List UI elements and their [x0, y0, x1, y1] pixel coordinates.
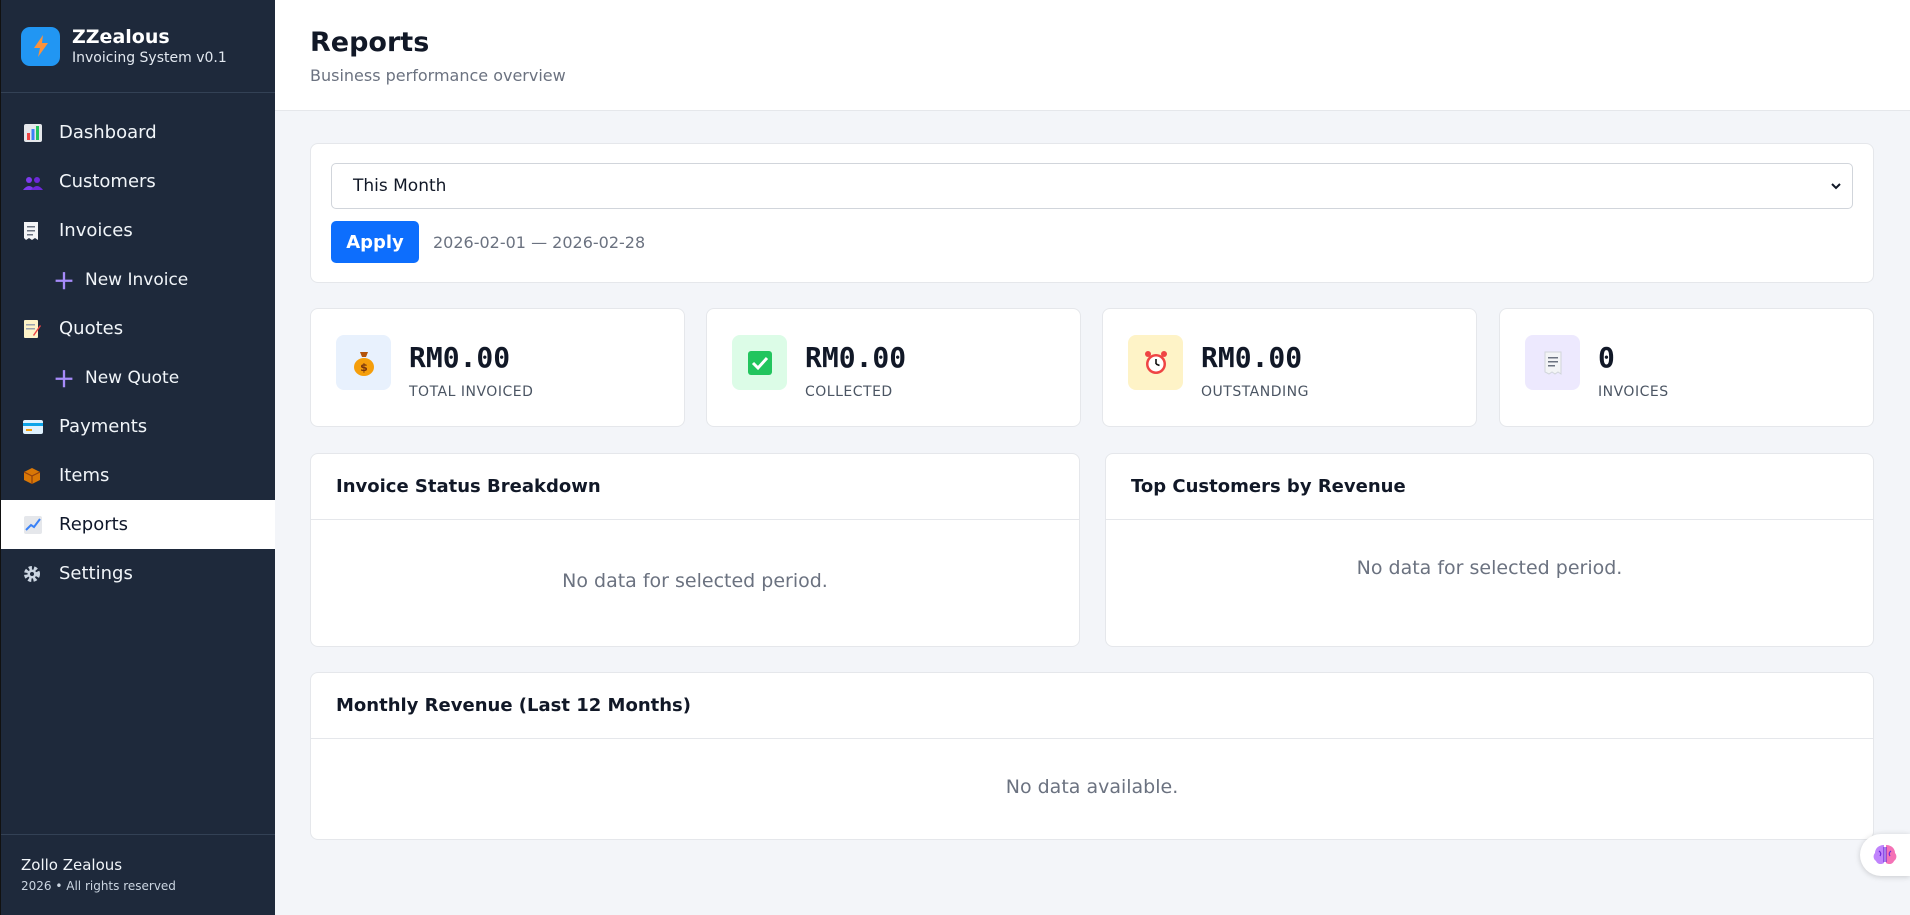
apply-button[interactable]: Apply: [331, 221, 419, 263]
sidebar-item-label: New Quote: [85, 367, 180, 388]
assistant-button[interactable]: [1860, 834, 1910, 876]
alarm-clock-icon: [1128, 335, 1183, 390]
sidebar-item-label: Quotes: [59, 318, 124, 339]
sidebar-item-label: New Invoice: [85, 269, 189, 290]
app-version: Invoicing System v0.1: [72, 49, 227, 66]
sidebar-item-reports[interactable]: Reports: [1, 500, 275, 549]
svg-text:$: $: [360, 361, 368, 374]
sidebar-item-label: Reports: [59, 514, 129, 535]
sidebar-item-label: Settings: [59, 563, 133, 584]
page-header: Reports Business performance overview: [275, 0, 1910, 111]
stat-card-outstanding: RM0.00 OUTSTANDING: [1102, 308, 1477, 427]
brain-icon: [1873, 845, 1897, 865]
app-name: ZZealous: [72, 25, 170, 48]
brand[interactable]: ZZealous Invoicing System v0.1: [1, 0, 275, 93]
sidebar-item-label: Dashboard: [59, 122, 157, 143]
stat-label: OUTSTANDING: [1201, 384, 1309, 400]
filter-card: This Month Apply 2026-02-01 — 2026-02-28: [310, 143, 1874, 283]
panel-title: Invoice Status Breakdown: [311, 454, 1079, 520]
stat-card-total-invoiced: $ RM0.00 TOTAL INVOICED: [310, 308, 685, 427]
empty-state-text: No data for selected period.: [1356, 557, 1623, 579]
users-icon: [23, 174, 47, 190]
top-customers-panel: Top Customers by Revenue No data for sel…: [1105, 453, 1874, 647]
date-range: 2026-02-01 — 2026-02-28: [433, 233, 646, 252]
page-subtitle: Business performance overview: [310, 66, 566, 85]
lightning-logo-icon: [21, 26, 60, 66]
empty-state-text: No data available.: [1005, 776, 1179, 798]
sidebar-item-label: Payments: [59, 416, 148, 437]
sidebar-item-new-quote[interactable]: ＋ New Quote: [1, 353, 275, 402]
sidebar: ZZealous Invoicing System v0.1 Dashboard…: [0, 0, 275, 915]
monthly-revenue-panel: Monthly Revenue (Last 12 Months) No data…: [310, 672, 1874, 840]
sidebar-item-settings[interactable]: Settings: [1, 549, 275, 598]
main-content: Reports Business performance overview Th…: [275, 0, 1910, 915]
period-select-value: This Month: [353, 176, 447, 196]
bar-chart-icon: [23, 123, 47, 143]
money-bag-icon: $: [336, 335, 391, 390]
stat-card-collected: RM0.00 COLLECTED: [706, 308, 1081, 427]
panel-title: Monthly Revenue (Last 12 Months): [311, 673, 1873, 739]
period-select[interactable]: This Month: [331, 163, 1853, 209]
stat-label: INVOICES: [1598, 384, 1669, 400]
page-title: Reports: [310, 27, 430, 58]
sidebar-item-dashboard[interactable]: Dashboard: [1, 108, 275, 157]
sidebar-item-label: Invoices: [59, 220, 133, 241]
sidebar-item-quotes[interactable]: Quotes: [1, 304, 275, 353]
sidebar-nav: Dashboard Customers Invoices ＋ New Invoi…: [1, 108, 275, 598]
sidebar-item-payments[interactable]: Payments: [1, 402, 275, 451]
stat-label: COLLECTED: [805, 384, 893, 400]
panel-title: Top Customers by Revenue: [1106, 454, 1873, 520]
plus-icon: ＋: [53, 367, 76, 393]
stat-label: TOTAL INVOICED: [409, 384, 534, 400]
receipt-icon: [1525, 335, 1580, 390]
stat-value: RM0.00: [409, 341, 511, 374]
stat-card-invoices: 0 INVOICES: [1499, 308, 1874, 427]
sidebar-footer: Zollo Zealous 2026 • All rights reserved: [1, 834, 275, 915]
package-icon: [23, 467, 47, 485]
status-breakdown-panel: Invoice Status Breakdown No data for sel…: [310, 453, 1080, 647]
chevron-down-icon: [1831, 183, 1841, 190]
credit-card-icon: [23, 419, 47, 434]
footer-copyright: 2026 • All rights reserved: [21, 879, 176, 893]
memo-icon: [23, 319, 47, 339]
sidebar-item-new-invoice[interactable]: ＋ New Invoice: [1, 255, 275, 304]
sidebar-item-label: Customers: [59, 171, 156, 192]
sidebar-item-invoices[interactable]: Invoices: [1, 206, 275, 255]
sidebar-item-customers[interactable]: Customers: [1, 157, 275, 206]
stat-value: RM0.00: [805, 341, 907, 374]
sidebar-item-items[interactable]: Items: [1, 451, 275, 500]
sidebar-item-label: Items: [59, 465, 110, 486]
gear-icon: [23, 565, 47, 583]
receipt-icon: [23, 221, 47, 241]
stat-value: 0: [1598, 341, 1615, 374]
stat-value: RM0.00: [1201, 341, 1303, 374]
empty-state-text: No data for selected period.: [562, 570, 828, 592]
footer-name: Zollo Zealous: [21, 856, 123, 874]
plus-icon: ＋: [53, 269, 76, 295]
line-chart-icon: [23, 515, 47, 535]
check-box-icon: [732, 335, 787, 390]
